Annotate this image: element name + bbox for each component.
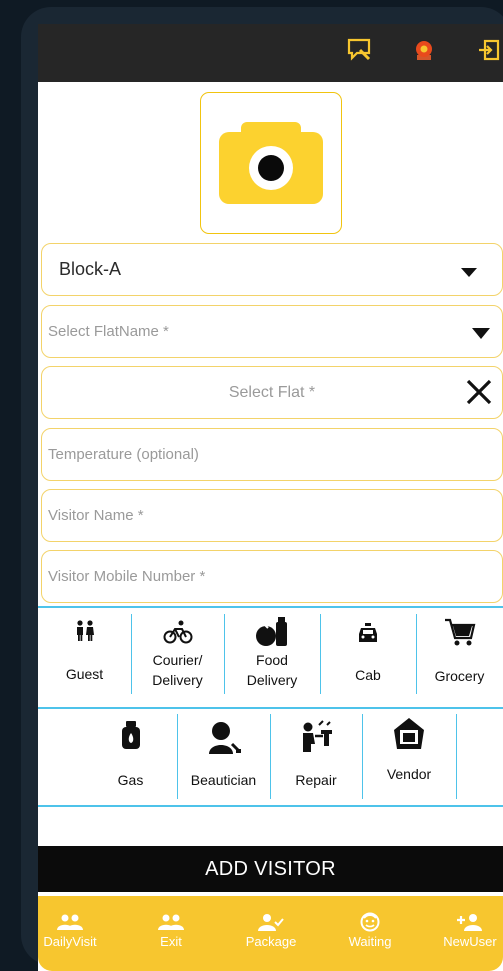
food-icon [256, 617, 287, 646]
category-label: Vendor [386, 766, 432, 782]
logout-icon[interactable] [475, 36, 503, 64]
repair-icon [303, 720, 332, 752]
cart-icon [444, 618, 475, 646]
flat-select[interactable]: Select Flat * [41, 366, 503, 419]
taxi-icon [359, 623, 377, 642]
bottom-nav: DailyVisit Exit Package Waiting NewUser [38, 896, 503, 971]
shopping-bag-icon [394, 718, 424, 749]
flatname-select[interactable]: Select FlatName * [41, 305, 503, 358]
category-courier[interactable]: Courier/ Delivery [131, 620, 224, 690]
category-label: Food Delivery [246, 652, 298, 688]
nav-label: Package [245, 934, 297, 949]
top-bar [38, 24, 503, 82]
flat-placeholder: Select Flat * [228, 383, 316, 401]
nav-newuser[interactable]: NewUser [430, 910, 503, 949]
category-guest[interactable]: Guest [38, 620, 131, 684]
category-repair[interactable]: Repair [270, 720, 362, 790]
nav-exit[interactable]: Exit [131, 910, 211, 949]
category-gas[interactable]: Gas [84, 720, 177, 790]
group-icon [158, 910, 184, 934]
beautician-icon [208, 722, 241, 754]
category-cab[interactable]: Cab [320, 622, 416, 685]
nav-label: Exit [160, 934, 182, 949]
visitor-mobile-input[interactable]: Visitor Mobile Number * [41, 550, 503, 603]
category-food-delivery[interactable]: Food Delivery [224, 616, 320, 690]
photo-capture-button[interactable] [200, 92, 342, 234]
chevron-down-icon [472, 328, 490, 339]
category-label: Grocery [434, 668, 485, 684]
person-add-icon [456, 910, 484, 934]
add-visitor-button[interactable]: ADD VISITOR [38, 846, 503, 892]
chevron-down-icon [461, 268, 477, 277]
category-beautician[interactable]: Beautician [177, 720, 270, 790]
category-vendor[interactable]: Vendor [362, 716, 456, 784]
nav-label: Waiting [348, 934, 392, 949]
category-label: Beautician [190, 772, 257, 788]
face-icon [360, 910, 380, 934]
close-icon[interactable] [464, 377, 494, 407]
group-icon [57, 910, 83, 934]
temperature-input[interactable]: Temperature (optional) [41, 428, 503, 481]
nav-dailyvisit[interactable]: DailyVisit [38, 910, 110, 949]
bicycle-icon [163, 620, 192, 644]
category-label: Guest [65, 666, 104, 682]
category-label: Cab [355, 667, 381, 683]
nav-waiting[interactable]: Waiting [330, 910, 410, 949]
visitor-mobile-placeholder: Visitor Mobile Number * [48, 568, 206, 585]
couple-icon [76, 620, 94, 641]
camera-icon [219, 122, 323, 204]
gas-cylinder-icon [121, 721, 140, 749]
nav-label: DailyVisit [43, 934, 97, 949]
temperature-placeholder: Temperature (optional) [48, 446, 199, 463]
visitor-name-input[interactable]: Visitor Name * [41, 489, 503, 542]
alarm-icon[interactable] [410, 36, 438, 64]
feedback-icon[interactable] [346, 36, 374, 64]
person-check-icon [258, 910, 284, 934]
block-select[interactable]: Block-A [41, 243, 503, 296]
flatname-placeholder: Select FlatName * [48, 323, 169, 340]
visitor-name-placeholder: Visitor Name * [48, 507, 144, 524]
nav-label: NewUser [443, 934, 497, 949]
category-bottom-divider [38, 805, 503, 807]
category-label: Repair [295, 772, 337, 788]
category-label: Gas [117, 772, 144, 788]
app-screen: Block-A Select FlatName * Select Flat * … [38, 24, 503, 971]
block-select-value: Block-A [59, 259, 122, 279]
nav-package[interactable]: Package [231, 910, 311, 949]
category-grocery[interactable]: Grocery [416, 616, 503, 686]
category-label: Courier/ Delivery [152, 652, 203, 688]
